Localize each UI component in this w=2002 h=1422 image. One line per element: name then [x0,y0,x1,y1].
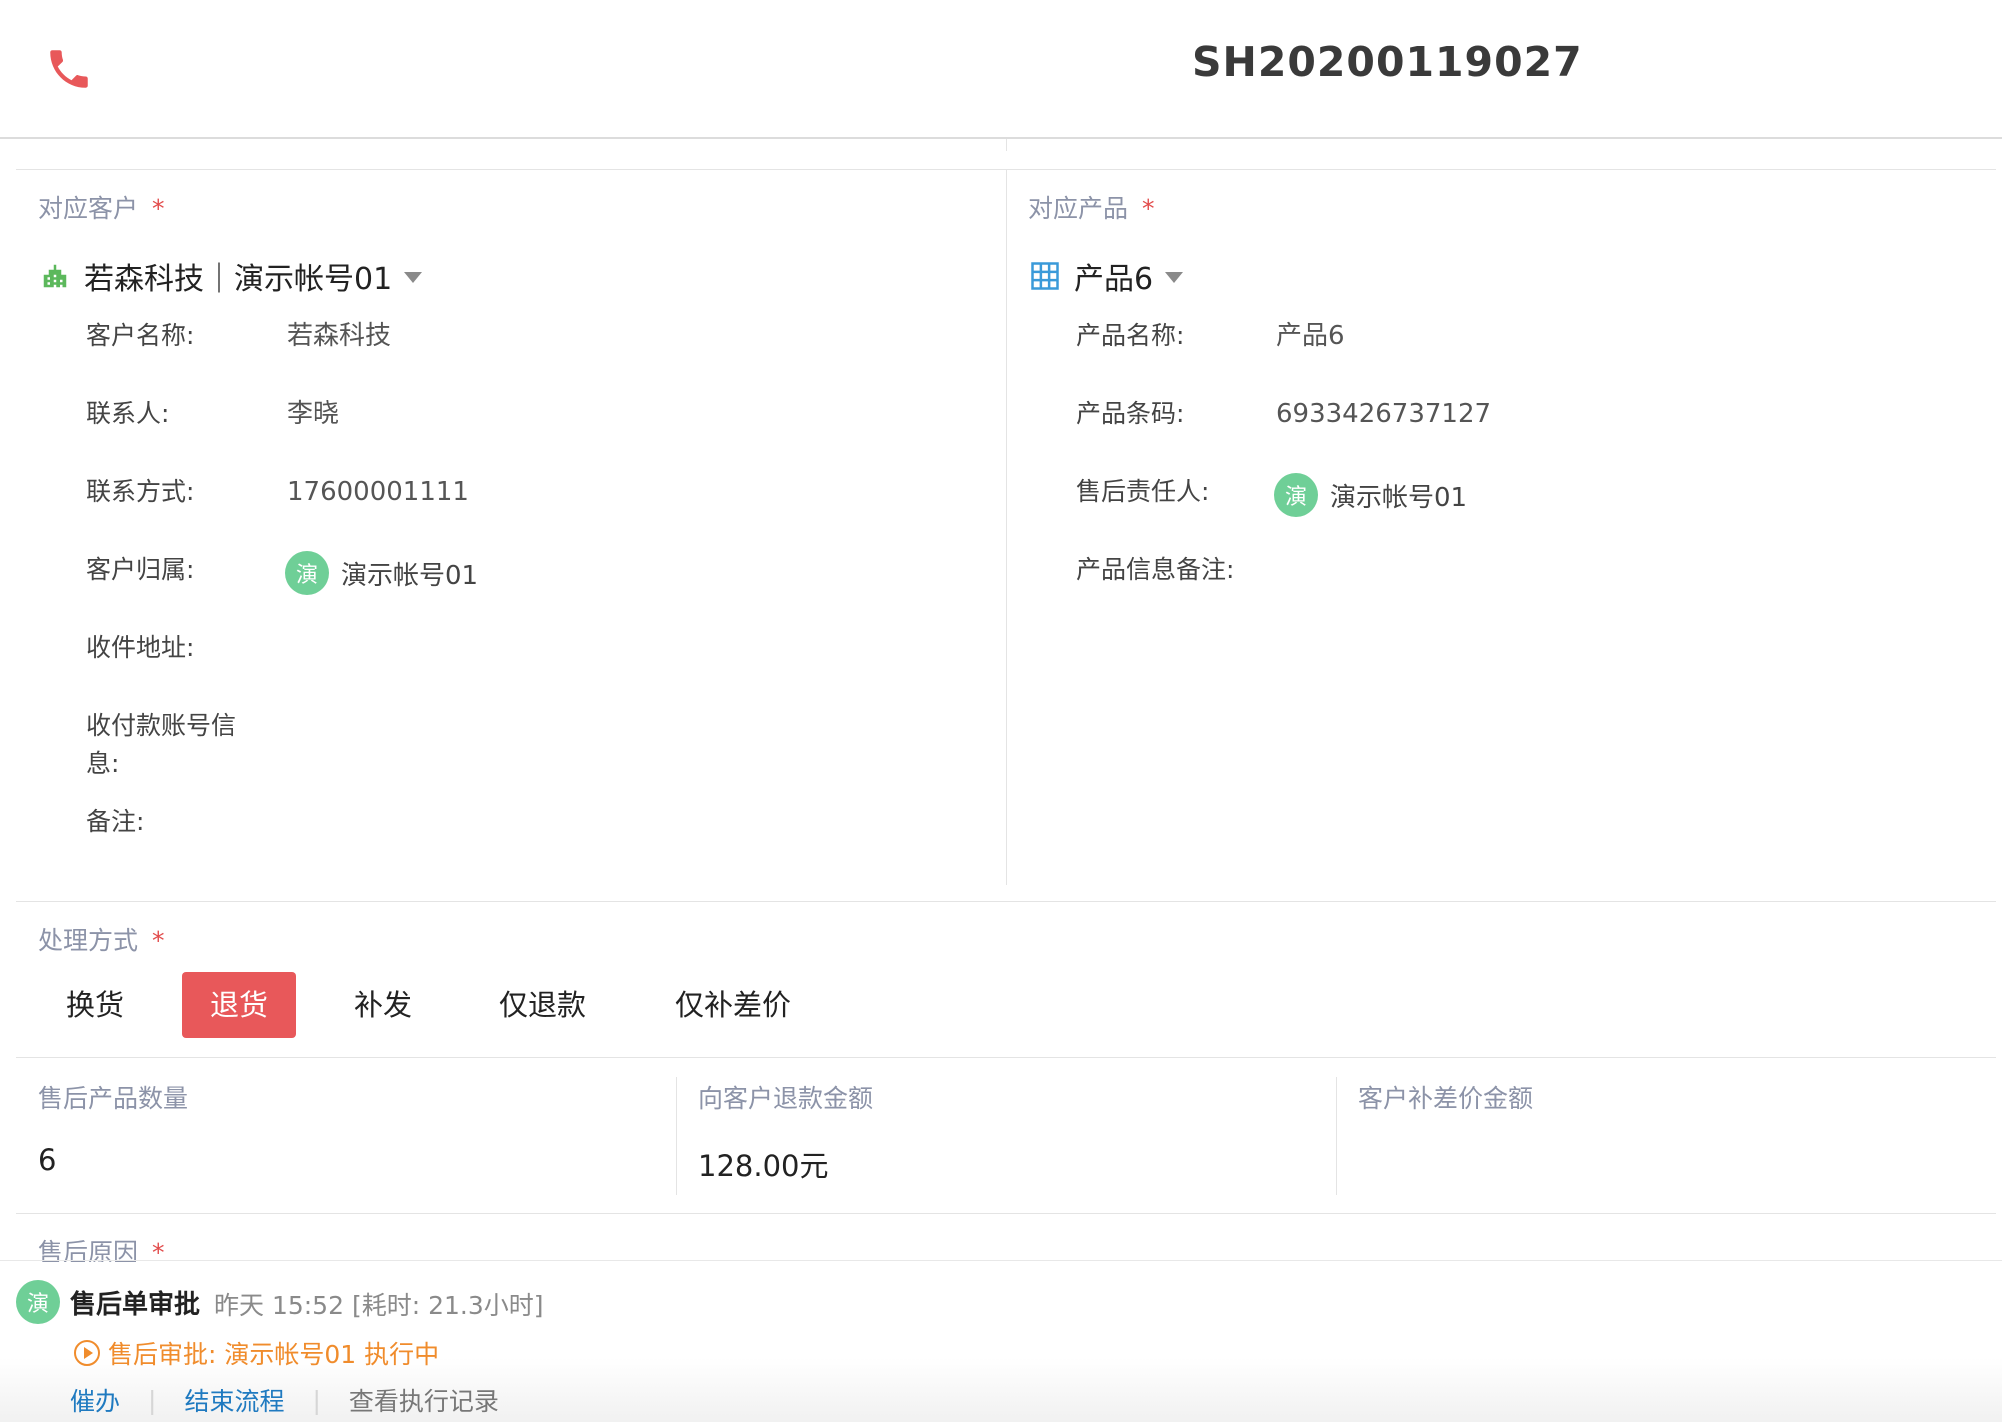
method-return-button[interactable]: 退货 [182,972,297,1038]
customer-section-label: 对应客户 * [38,194,165,223]
method-refund-only-button[interactable]: 仅退款 [471,972,614,1038]
refund-amount-label: 向客户退款金额 [698,1084,874,1113]
after-sales-owner-label: 售后责任人: [1076,477,1210,506]
header-divider [1006,139,1007,151]
approval-actions: 催办 | 结束流程 | 查看执行记录 [70,1382,499,1418]
customer-name-label: 客户名称: [86,321,195,350]
handling-section-label: 处理方式 * [38,926,165,955]
header-bar: SH20200119027 [0,0,2002,139]
divider [16,1057,1996,1058]
approval-time: 昨天 15:52 [耗时: 21.3小时] [214,1291,544,1320]
chevron-down-icon [404,271,423,283]
payment-account-label: 收付款账号信息: [86,711,237,778]
product-barcode-label: 产品条码: [1076,399,1185,428]
customer-picker[interactable]: 若森科技｜演示帐号01 [40,254,423,298]
column-divider [676,1077,677,1195]
customer-selected: 若森科技｜演示帐号01 [84,262,393,297]
refund-amount-value: 128.00元 [698,1149,829,1183]
order-number: SH20200119027 [1192,38,1583,86]
remark-label: 备注: [86,807,145,836]
price-diff-amount-label: 客户补差价金额 [1358,1084,1534,1113]
urge-button[interactable]: 催办 [70,1382,120,1418]
building-icon [43,264,67,288]
product-name-label: 产品名称: [1076,321,1185,350]
separator: | [148,1385,157,1415]
customer-owner: 演 演示帐号01 [285,551,478,595]
separator: | [312,1385,321,1415]
contact-value: 李晓 [287,399,340,429]
customer-owner-name: 演示帐号01 [341,560,479,591]
column-divider [1006,169,1007,885]
product-note-label: 产品信息备注: [1076,555,1235,584]
shipping-address-label: 收件地址: [86,633,195,662]
after-sales-owner: 演 演示帐号01 [1274,473,1467,517]
phone-icon[interactable] [44,44,94,94]
product-barcode-value: 6933426737127 [1276,399,1492,429]
required-mark: * [1142,194,1155,223]
method-price-diff-button[interactable]: 仅补差价 [647,972,819,1038]
quantity-value: 6 [38,1143,57,1177]
divider [0,1260,2002,1261]
method-exchange-button[interactable]: 换货 [38,972,152,1038]
product-name-value: 产品6 [1276,321,1345,351]
product-section-label: 对应产品 * [1028,194,1155,223]
avatar: 演 [16,1280,60,1324]
required-mark: * [152,926,165,955]
view-log-button[interactable]: 查看执行记录 [349,1382,499,1418]
product-selected: 产品6 [1074,262,1154,297]
approval-status-text: 售后审批: 演示帐号01 执行中 [108,1340,440,1369]
chevron-down-icon [1165,271,1184,283]
end-flow-button[interactable]: 结束流程 [184,1382,284,1418]
customer-owner-label: 客户归属: [86,555,195,584]
contact-phone-label: 联系方式: [86,477,195,506]
grid-icon [1031,262,1059,290]
product-picker[interactable]: 产品6 [1030,254,1184,298]
column-divider [1336,1077,1337,1195]
customer-name-value: 若森科技 [287,321,392,351]
quantity-label: 售后产品数量 [38,1084,189,1113]
divider [16,1213,1996,1214]
approval-status: 售后审批: 演示帐号01 执行中 [74,1335,439,1371]
avatar: 演 [285,551,329,595]
contact-label: 联系人: [86,399,170,428]
required-mark: * [152,194,165,223]
play-circle-icon [74,1340,100,1366]
approval-title: 售后单审批 [70,1290,201,1320]
method-reissue-button[interactable]: 补发 [326,972,440,1038]
avatar: 演 [1274,473,1318,517]
divider [16,901,1996,902]
after-sales-owner-name: 演示帐号01 [1330,482,1468,513]
contact-phone-value: 17600001111 [287,477,469,507]
